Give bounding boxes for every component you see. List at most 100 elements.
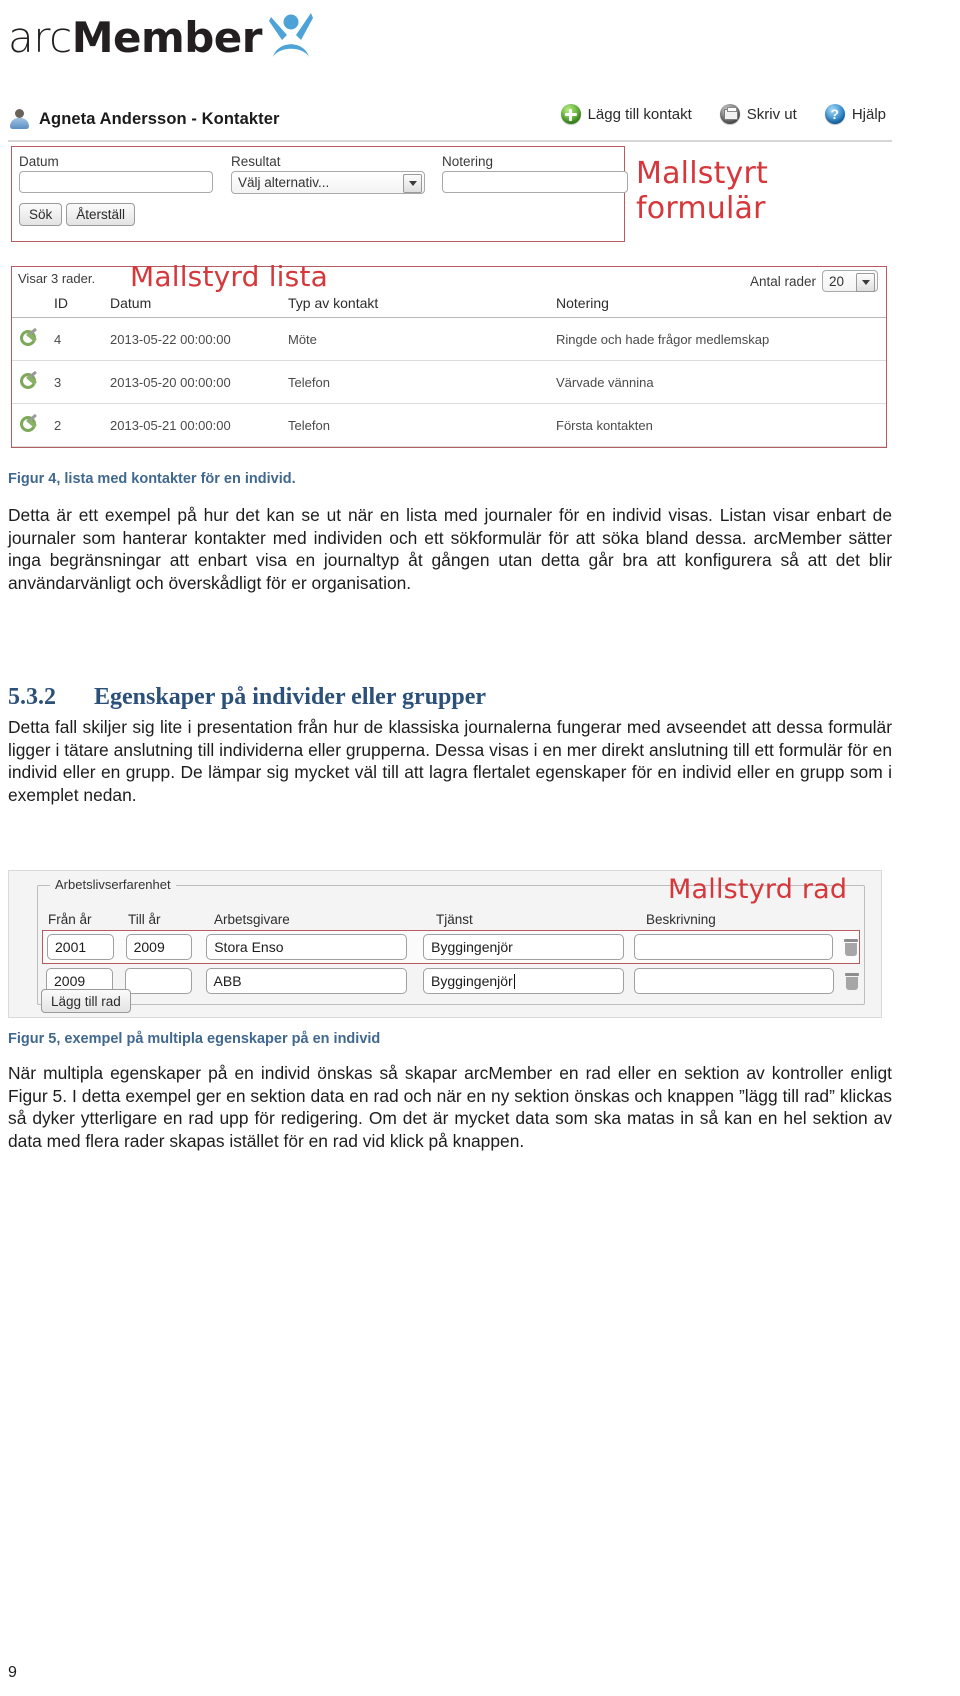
edit-gear-icon[interactable] (20, 370, 38, 389)
section-number: 5.3.2 (8, 684, 56, 710)
contacts-table: ID Datum Typ av kontakt Notering 4 2013-… (12, 295, 886, 447)
brand-part-member: Member (71, 13, 263, 62)
description-input[interactable] (634, 968, 834, 994)
figure5-caption: Figur 5, exempel på multipla egenskaper … (8, 1030, 892, 1048)
help-label: Hjälp (851, 105, 886, 123)
app-toolbar: Agneta Andersson - Kontakter Lägg till k… (8, 98, 892, 142)
chevron-down-icon[interactable] (856, 273, 875, 292)
document-page: arcMember Agneta Andersson - Kontakter L… (0, 0, 960, 1696)
table-row[interactable]: 4 2013-05-22 00:00:00 Möte Ringde och ha… (12, 317, 886, 361)
edit-gear-icon[interactable] (20, 413, 38, 432)
result-label: Resultat (231, 154, 281, 169)
note-input[interactable] (442, 171, 628, 193)
print-label: Skriv ut (746, 105, 797, 123)
row-edit-cell[interactable] (12, 403, 54, 447)
row-edit-cell[interactable] (12, 317, 54, 361)
paragraph-3: När multipla egenskaper på en individ ön… (8, 1063, 892, 1151)
row-date: 2013-05-20 00:00:00 (110, 360, 288, 404)
print-button[interactable]: Skriv ut (719, 104, 797, 124)
figure5-screenshot: Arbetslivserfarenhet Från år Till år Arb… (8, 870, 882, 1018)
position-input-value: Byggingenjör (431, 973, 513, 989)
user-avatar-icon (8, 108, 30, 130)
date-input[interactable] (19, 171, 213, 193)
page-title: Agneta Andersson - Kontakter (8, 108, 280, 130)
toolbar-actions: Lägg till kontakt Skriv ut ? Hjälp (560, 104, 886, 124)
employer-input[interactable]: ABB (205, 968, 407, 994)
rows-per-page-select[interactable]: 20 (822, 270, 878, 292)
person-star-icon (268, 13, 314, 63)
row-date: 2013-05-22 00:00:00 (110, 317, 288, 361)
brand-part-arc: arc (8, 13, 72, 62)
column-header-position: Tjänst (436, 912, 473, 927)
figure4-caption-text: Figur 4, lista med kontakter för en indi… (8, 471, 296, 487)
row-id: 3 (54, 360, 110, 404)
table-header-row: ID Datum Typ av kontakt Notering (12, 295, 886, 318)
position-input[interactable]: Byggingenjör (423, 968, 625, 994)
brand-wordmark: arcMember (8, 17, 263, 59)
from-year-input[interactable]: 2001 (47, 934, 114, 960)
fieldset-legend: Arbetslivserfarenhet (50, 877, 176, 892)
trash-icon[interactable] (844, 972, 860, 990)
column-header-note: Notering (556, 295, 886, 318)
search-button[interactable]: Sök (19, 203, 63, 226)
result-field-group: Resultat Välj alternativ... (231, 154, 425, 194)
row-type: Möte (288, 317, 556, 361)
description-input[interactable] (634, 934, 833, 960)
result-select-value: Välj alternativ... (238, 175, 330, 190)
result-select[interactable]: Välj alternativ... (231, 171, 425, 194)
column-header-to-year: Till år (128, 912, 161, 927)
annotation-mallstyrd-rad: Mallstyrd rad (668, 874, 848, 905)
column-header-icon (12, 295, 54, 318)
list-header-bar: Visar 3 rader. Mallstyrd lista Antal rad… (12, 260, 886, 295)
column-header-description: Beskrivning (646, 912, 716, 927)
note-label: Notering (442, 154, 494, 169)
row-type: Telefon (288, 360, 556, 404)
rows-per-page-label: Antal rader (749, 273, 816, 289)
help-button[interactable]: ? Hjälp (824, 104, 886, 124)
contact-list-panel: Visar 3 rader. Mallstyrd lista Antal rad… (11, 260, 887, 448)
row-id: 4 (54, 317, 110, 361)
text-cursor-icon (513, 973, 515, 989)
paragraph-2: Detta fall skiljer sig lite i presentati… (8, 717, 892, 805)
search-buttons: Sök Återställ (19, 203, 136, 226)
row-note: Första kontakten (556, 403, 886, 447)
edit-gear-icon[interactable] (20, 327, 38, 346)
page-title-text: Agneta Andersson - Kontakter (39, 109, 280, 128)
chevron-down-icon[interactable] (403, 174, 422, 193)
paragraph-1: Detta är ett exempel på hur det kan se u… (8, 505, 892, 593)
trash-icon[interactable] (843, 938, 859, 956)
column-header-employer: Arbetsgivare (214, 912, 290, 927)
add-contact-label: Lägg till kontakt (587, 105, 692, 123)
figure5-caption-text: Figur 5, exempel på multipla egenskaper … (8, 1031, 381, 1047)
experience-row[interactable]: 2009 ABB Byggingenjör (46, 966, 860, 996)
table-row[interactable]: 3 2013-05-20 00:00:00 Telefon Värvade vä… (12, 360, 886, 404)
note-field-group: Notering (442, 154, 630, 193)
column-header-from-year: Från år (48, 912, 92, 927)
reset-button[interactable]: Återställ (66, 203, 136, 226)
column-header-type: Typ av kontakt (288, 295, 556, 318)
to-year-input[interactable] (124, 968, 192, 994)
search-form-panel: Datum Resultat Välj alternativ... Noteri… (11, 146, 628, 242)
rows-per-page-value: 20 (829, 273, 845, 289)
experience-row[interactable]: 2001 2009 Stora Enso Byggingenjör (42, 930, 860, 964)
row-edit-cell[interactable] (12, 360, 54, 404)
row-id: 2 (54, 403, 110, 447)
employer-input[interactable]: Stora Enso (206, 934, 408, 960)
row-type: Telefon (288, 403, 556, 447)
table-row[interactable]: 2 2013-05-21 00:00:00 Telefon Första kon… (12, 403, 886, 447)
section-heading: 5.3.2 Egenskaper på individer eller grup… (8, 684, 892, 711)
showing-rows-text: Visar 3 rader. (18, 271, 96, 286)
date-field-group: Datum (19, 154, 215, 193)
column-header-date: Datum (110, 295, 288, 318)
position-input[interactable]: Byggingenjör (423, 934, 625, 960)
add-green-orb-icon (560, 104, 581, 124)
annotation-mallstyrd-lista: Mallstyrd lista (130, 260, 328, 293)
to-year-input[interactable]: 2009 (125, 934, 193, 960)
arcmember-logo: arcMember (8, 10, 314, 66)
row-date: 2013-05-21 00:00:00 (110, 403, 288, 447)
rows-per-page-control: Antal rader 20 (750, 270, 878, 292)
add-contact-button[interactable]: Lägg till kontakt (560, 104, 692, 124)
date-label: Datum (19, 154, 59, 169)
add-row-button[interactable]: Lägg till rad (41, 989, 131, 1013)
annotation-mallstyrt-formular: Mallstyrt formulär (636, 156, 768, 226)
